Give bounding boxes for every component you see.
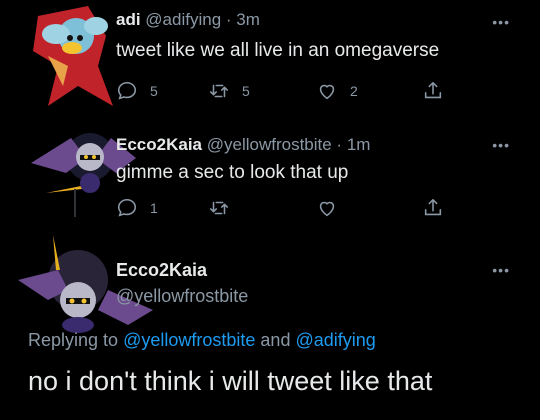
detail-display-name[interactable]: Ecco2Kaia	[116, 260, 207, 281]
avatar[interactable]	[18, 235, 153, 333]
tweet-header: adi @adifying · 3m	[116, 10, 260, 30]
more-icon[interactable]: •••	[492, 14, 510, 30]
tweet-header: Ecco2Kaia @yellowfrostbite · 1m	[116, 135, 370, 155]
replying-prefix: Replying to	[28, 330, 119, 350]
separator-dot: ·	[331, 135, 347, 154]
like-count: 2	[350, 83, 358, 99]
reply-icon	[117, 198, 137, 217]
handle[interactable]: @adifying	[145, 10, 221, 29]
tweet-2[interactable]: Ecco2Kaia @yellowfrostbite · 1m ••• gimm…	[0, 125, 540, 225]
more-icon[interactable]: •••	[492, 137, 510, 153]
timestamp[interactable]: 1m	[347, 135, 371, 154]
avatar[interactable]	[28, 6, 113, 106]
heart-icon	[319, 201, 335, 217]
avatar[interactable]	[31, 133, 136, 193]
tweet-actions: 1	[116, 197, 446, 221]
detail-handle[interactable]: @yellowfrostbite	[116, 286, 248, 307]
tweet-actions: 5 5 2	[116, 80, 446, 104]
retweet-button[interactable]: 5	[208, 80, 250, 102]
reply-icon	[117, 81, 137, 100]
separator-dot: ·	[221, 10, 237, 29]
share-button[interactable]	[422, 80, 444, 102]
reply-button[interactable]: 5	[116, 80, 158, 102]
retweet-icon	[209, 84, 229, 98]
tweet-1[interactable]: adi @adifying · 3m ••• tweet like we all…	[0, 0, 540, 118]
share-icon	[424, 81, 442, 99]
replying-to: Replying to @yellowfrostbite and @adifyi…	[28, 330, 376, 351]
thread-connector	[74, 189, 76, 217]
reply-count: 1	[150, 200, 158, 216]
retweet-button[interactable]	[208, 197, 230, 219]
replying-and: and	[260, 330, 291, 350]
reply-count: 5	[150, 83, 158, 99]
share-button[interactable]	[422, 197, 444, 219]
handle[interactable]: @yellowfrostbite	[207, 135, 332, 154]
more-icon[interactable]: •••	[492, 262, 510, 278]
timestamp[interactable]: 3m	[236, 10, 260, 29]
heart-icon	[319, 84, 335, 100]
tweet-text: tweet like we all live in an omegaverse	[116, 40, 440, 61]
share-icon	[424, 198, 442, 216]
tweet-text: gimme a sec to look that up	[116, 162, 349, 183]
detail-tweet: Ecco2Kaia @yellowfrostbite ••• Replying …	[0, 232, 540, 420]
display-name[interactable]: Ecco2Kaia	[116, 135, 202, 154]
mention-link[interactable]: @adifying	[295, 330, 375, 350]
detail-text: no i don't think i will tweet like that	[28, 366, 433, 396]
avatar-image	[18, 235, 153, 333]
retweet-icon	[209, 201, 229, 215]
mention-link[interactable]: @yellowfrostbite	[123, 330, 255, 350]
avatar-image	[33, 6, 113, 106]
retweet-count: 5	[242, 83, 250, 99]
like-button[interactable]	[316, 197, 338, 219]
reply-button[interactable]: 1	[116, 197, 158, 219]
display-name[interactable]: adi	[116, 10, 141, 29]
like-button[interactable]: 2	[316, 80, 358, 102]
